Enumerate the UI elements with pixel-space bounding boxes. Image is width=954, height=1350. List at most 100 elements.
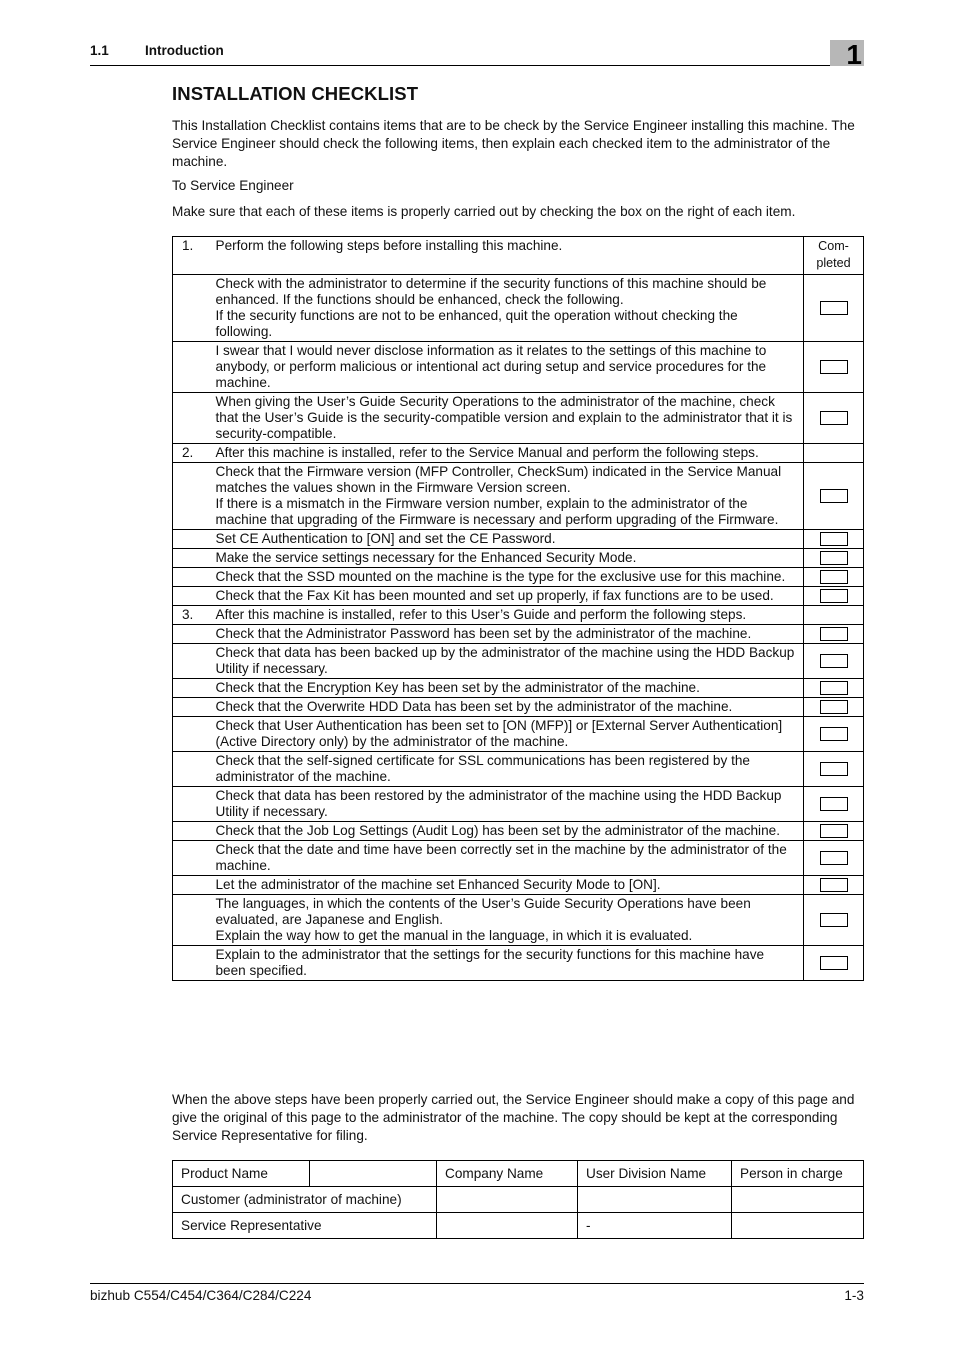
page-footer: bizhub C554/C454/C364/C284/C224 1-3: [90, 1283, 864, 1304]
item-text: When giving the User’s Guide Security Op…: [206, 392, 804, 444]
item-text: Check that User Authentication has been …: [206, 716, 804, 752]
completed-checkbox[interactable]: [819, 654, 848, 669]
item-text: Check that the Firmware version (MFP Con…: [206, 462, 804, 530]
sign-table-row: Service Representative -: [172, 1212, 864, 1239]
completed-checkbox[interactable]: [819, 532, 848, 547]
item-text: Check that the SSD mounted on the machin…: [206, 567, 804, 587]
product-name-field[interactable]: [309, 1160, 437, 1187]
completed-cell: [803, 840, 864, 876]
checklist-item-row: Check that the Administrator Password ha…: [172, 624, 864, 644]
footer-product: bizhub C554/C454/C364/C284/C224: [90, 1288, 312, 1303]
step-number: [172, 462, 207, 530]
completed-checkbox[interactable]: [819, 411, 848, 426]
item-text: The languages, in which the contents of …: [206, 894, 804, 946]
checklist-item-row: When giving the User’s Guide Security Op…: [172, 392, 864, 444]
person-in-charge-header: Person in charge: [731, 1160, 864, 1187]
checklist-item-row: Check that the self-signed certificate f…: [172, 751, 864, 787]
item-text: Let the administrator of the machine set…: [206, 875, 804, 895]
checklist-item-row: Check that the Fax Kit has been mounted …: [172, 586, 864, 606]
checklist-item-row: Check that the SSD mounted on the machin…: [172, 567, 864, 587]
completed-checkbox[interactable]: [819, 762, 848, 777]
completed-checkbox[interactable]: [819, 878, 848, 893]
completed-checkbox[interactable]: [819, 551, 848, 566]
checklist-step-row: 1. Perform the following steps before ins…: [172, 236, 864, 275]
completed-checkbox[interactable]: [819, 570, 848, 585]
step-number: 1.: [172, 236, 207, 275]
completed-cell: [803, 786, 864, 822]
user-division-name-field[interactable]: -: [577, 1212, 732, 1239]
person-in-charge-field[interactable]: [731, 1212, 864, 1239]
completed-checkbox[interactable]: [819, 851, 848, 866]
completed-checkbox[interactable]: [819, 681, 848, 696]
item-text: Check that the Administrator Password ha…: [206, 624, 804, 644]
sign-off-table: Product Name Company Name User Division …: [172, 1160, 864, 1239]
completed-cell: [803, 945, 864, 981]
step-number: [172, 840, 207, 876]
step-number: [172, 716, 207, 752]
completed-cell: [803, 586, 864, 606]
sign-table-row: Customer (administrator of machine): [172, 1186, 864, 1213]
completed-cell: [803, 875, 864, 895]
step-number: 2.: [172, 443, 207, 463]
completed-cell: [803, 605, 864, 625]
section-title: Introduction: [145, 43, 224, 58]
completed-cell: [803, 821, 864, 841]
chapter-number: 1: [846, 39, 862, 70]
step-number: [172, 821, 207, 841]
step-text: After this machine is installed, refer t…: [206, 605, 804, 625]
completed-checkbox[interactable]: [819, 489, 848, 504]
item-text: Explain to the administrator that the se…: [206, 945, 804, 981]
item-text: Make the service settings necessary for …: [206, 548, 804, 568]
checklist-item-row: I swear that I would never disclose info…: [172, 341, 864, 393]
step-number: [172, 875, 207, 895]
step-number: [172, 786, 207, 822]
completed-checkbox[interactable]: [819, 956, 848, 971]
item-text: Check with the administrator to determin…: [206, 274, 804, 342]
completed-checkbox[interactable]: [819, 301, 848, 316]
step-number: [172, 548, 207, 568]
completed-checkbox[interactable]: [819, 700, 848, 715]
user-division-name-field[interactable]: [577, 1186, 732, 1213]
item-text: I swear that I would never disclose info…: [206, 341, 804, 393]
step-number: [172, 624, 207, 644]
completed-cell: [803, 443, 864, 463]
step-number: 3.: [172, 605, 207, 625]
step-number: [172, 567, 207, 587]
item-text: Check that data has been backed up by th…: [206, 643, 804, 679]
completed-checkbox[interactable]: [819, 797, 848, 812]
intro-to-engineer: To Service Engineer: [172, 178, 294, 193]
person-in-charge-field[interactable]: [731, 1186, 864, 1213]
completed-checkbox[interactable]: [819, 824, 848, 839]
completed-cell: [803, 567, 864, 587]
company-name-field[interactable]: [436, 1212, 578, 1239]
completed-cell: [803, 341, 864, 393]
row-label: Customer (administrator of machine): [172, 1186, 437, 1213]
checklist-item-row: Check that the Encryption Key has been s…: [172, 678, 864, 698]
checklist-item-row: Make the service settings necessary for …: [172, 548, 864, 568]
row-label: Service Representative: [172, 1212, 437, 1239]
step-text: Perform the following steps before insta…: [206, 236, 804, 275]
completed-checkbox[interactable]: [819, 627, 848, 642]
checklist-step-row: 3. After this machine is installed, refer…: [172, 605, 864, 625]
user-division-name-header: User Division Name: [577, 1160, 732, 1187]
completed-checkbox[interactable]: [819, 589, 848, 604]
checklist-item-row: Explain to the administrator that the se…: [172, 945, 864, 981]
checklist-item-row: Check that the Overwrite HDD Data has be…: [172, 697, 864, 717]
footer-page-number: 1-3: [844, 1288, 864, 1303]
intro-instructions: Make sure that each of these items is pr…: [172, 204, 796, 219]
completed-checkbox[interactable]: [819, 913, 848, 928]
completed-checkbox[interactable]: [819, 360, 848, 375]
sign-table-header-row: Product Name Company Name User Division …: [172, 1160, 864, 1187]
closing-paragraph: When the above steps have been properly …: [172, 1092, 855, 1143]
step-number: [172, 341, 207, 393]
step-number: [172, 894, 207, 946]
page-header: 1.1 Introduction 1: [90, 40, 864, 70]
step-number: [172, 586, 207, 606]
item-text: Check that data has been restored by the…: [206, 786, 804, 822]
page-title: INSTALLATION CHECKLIST: [172, 83, 419, 104]
step-number: [172, 678, 207, 698]
installation-checklist-table: 1. Perform the following steps before ins…: [172, 236, 864, 981]
company-name-field[interactable]: [436, 1186, 578, 1213]
step-number: [172, 945, 207, 981]
completed-checkbox[interactable]: [819, 727, 848, 742]
